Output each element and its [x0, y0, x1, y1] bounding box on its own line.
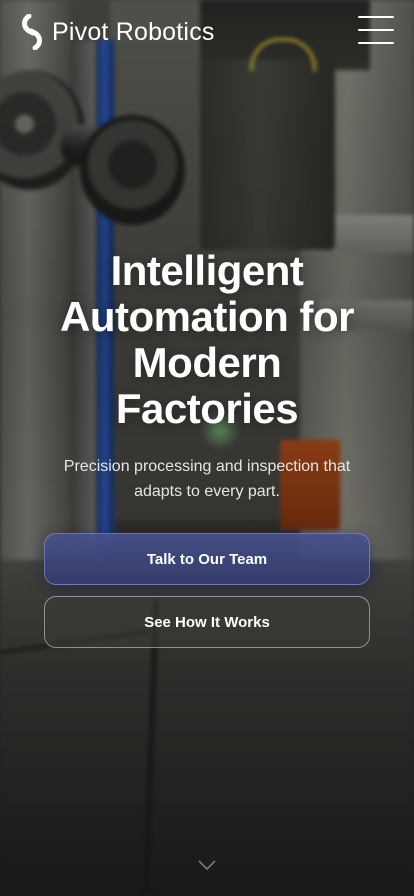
pivot-logo-icon: [22, 14, 42, 50]
see-how-it-works-button[interactable]: See How It Works: [44, 596, 370, 648]
chevron-down-icon[interactable]: [197, 858, 217, 872]
brand-logo[interactable]: Pivot Robotics: [20, 14, 215, 50]
hamburger-menu-icon[interactable]: [356, 14, 396, 46]
hero-headline: Intelligent Automation for Modern Factor…: [60, 247, 354, 432]
talk-to-team-button[interactable]: Talk to Our Team: [44, 533, 370, 585]
hero-subheadline: Precision processing and inspection that…: [63, 458, 351, 500]
brand-name: Pivot Robotics: [52, 17, 215, 46]
site-header: Pivot Robotics: [0, 0, 414, 64]
hero-section: Intelligent Automation for Modern Factor…: [0, 248, 414, 504]
